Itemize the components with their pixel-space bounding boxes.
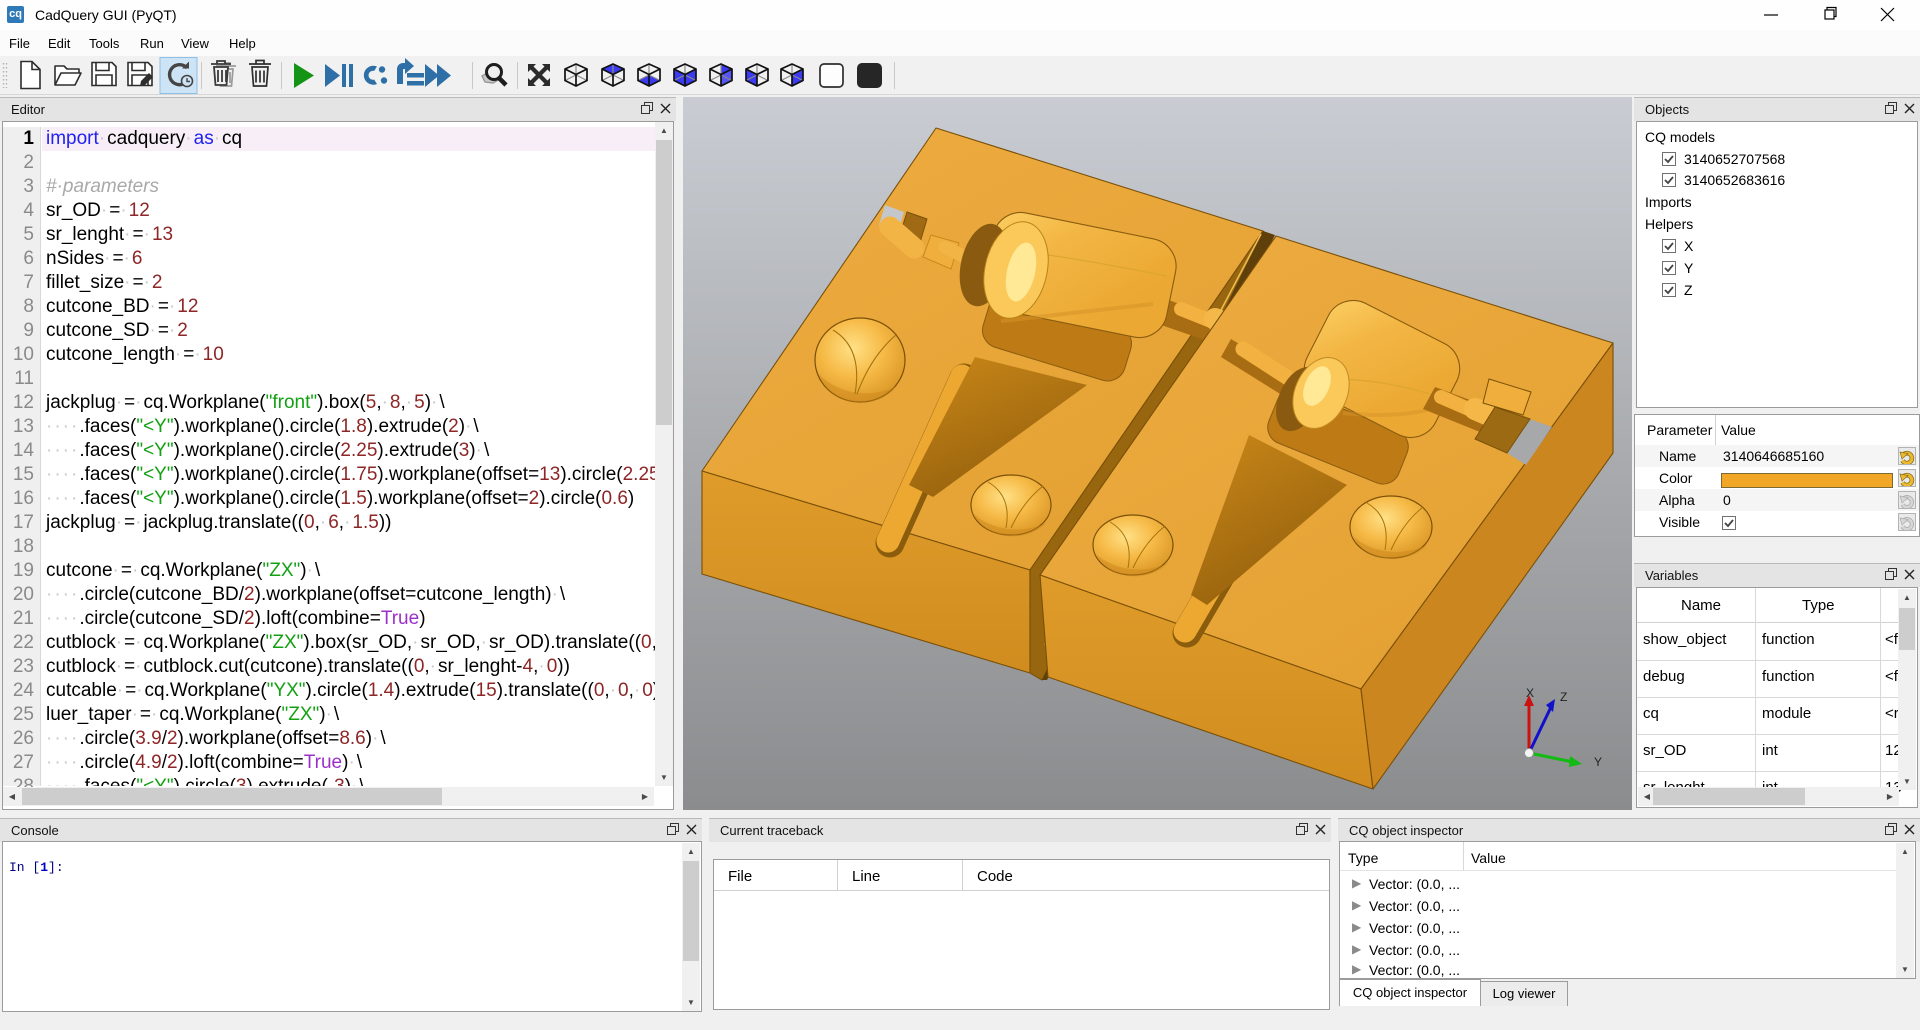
- svg-text:Z: Z: [1560, 690, 1567, 704]
- svg-text:Y: Y: [1594, 755, 1602, 769]
- svg-text:X: X: [1526, 686, 1534, 700]
